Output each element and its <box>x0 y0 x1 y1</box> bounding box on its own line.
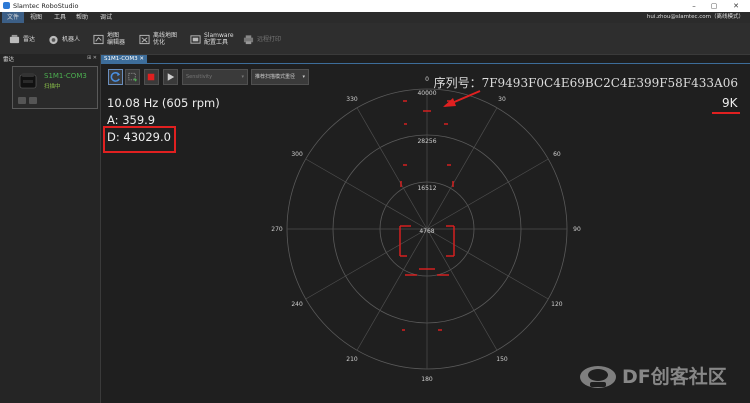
title-bar: Slamtec RoboStudio – ▢ ✕ <box>0 0 750 12</box>
toolbar-offline-map-button[interactable]: 离线地图 优化 <box>139 28 177 50</box>
ring-label: 28256 <box>417 138 436 145</box>
ring-label: 4768 <box>419 228 434 235</box>
watermark-text: DF创客社区 <box>622 365 727 388</box>
angle-label: 180 <box>421 376 433 383</box>
angle-readout: A: 359.9 <box>107 113 156 127</box>
polar-spoke <box>426 107 498 230</box>
user-account[interactable]: hui.zhou@slamtec.com（离线模式） <box>647 12 744 23</box>
frequency-readout: 10.08 Hz (605 rpm) <box>107 96 220 110</box>
select-region-icon <box>128 72 138 82</box>
polar-spoke <box>356 228 428 351</box>
refresh-button[interactable] <box>108 69 123 85</box>
menu-view[interactable]: 视图 <box>25 12 47 23</box>
toolbar-label: 机器人 <box>62 35 81 43</box>
device-action-button[interactable] <box>18 97 26 104</box>
menu-file[interactable]: 文件 <box>2 12 25 23</box>
panel-title: 雷达 <box>3 57 15 63</box>
device-action-button[interactable] <box>29 97 37 104</box>
close-window-button[interactable]: ✕ <box>726 0 746 12</box>
radar-icon <box>9 34 20 43</box>
angle-label: 210 <box>346 356 358 363</box>
distance-highlight-box <box>103 126 176 153</box>
polar-spoke <box>356 107 428 230</box>
angle-label: 150 <box>496 356 508 363</box>
angle-label: 60 <box>553 151 561 158</box>
mode-dropdown[interactable]: Sensitivity ▾ <box>182 69 248 85</box>
toolbar-robot-button[interactable]: 机器人 <box>48 28 80 50</box>
menu-debug[interactable]: 调试 <box>95 12 117 23</box>
polar-spoke <box>426 158 549 230</box>
offline-map-icon <box>139 34 150 44</box>
printer-icon <box>243 34 254 44</box>
watermark: DF创客社区 <box>578 360 727 390</box>
polar-spoke <box>305 158 428 230</box>
toolbar-slamware-config-button[interactable]: Slamware 配置工具 <box>190 28 234 50</box>
df-logo-icon <box>580 366 616 388</box>
menu-tools[interactable]: 工具 <box>49 12 71 23</box>
stop-button[interactable] <box>144 69 159 85</box>
ring-label: 40000 <box>417 90 436 97</box>
menu-help[interactable]: 帮助 <box>71 12 93 23</box>
polar-labels: 0 30 60 90 120 150 180 210 240 270 300 330 4768 16512… <box>271 76 581 383</box>
chevron-down-icon: ▾ <box>302 74 305 80</box>
device-panel: 雷达 ⊞ ✕ S1M1-COM3 扫描中 <box>0 54 101 403</box>
range-label: 9K <box>722 96 738 110</box>
tab-s1m1-com3[interactable]: S1M1-COM3 ✕ <box>101 55 147 63</box>
toolbar-label: Slamware 配置工具 <box>204 32 234 46</box>
toolbar-label: 地图 编辑器 <box>107 32 126 46</box>
device-card[interactable]: S1M1-COM3 扫描中 <box>12 66 98 109</box>
panel-controls[interactable]: ⊞ ✕ <box>87 55 97 61</box>
map-editor-icon <box>93 34 104 44</box>
toolbar-label: 远程打印 <box>257 35 282 43</box>
window-title: Slamtec RoboStudio <box>13 2 79 10</box>
scan-mode-value: 推荐扫描模式重径 <box>255 74 296 80</box>
app-icon <box>3 2 10 9</box>
chevron-down-icon: ▾ <box>241 74 244 80</box>
play-button[interactable] <box>163 69 178 85</box>
toolbar: 雷达 机器人 地图 编辑器 离线地图 优化 Slamware 配置工具 远程打印 <box>0 23 750 55</box>
angle-label: 0 <box>425 76 429 83</box>
refresh-icon <box>110 71 121 82</box>
scan-view: 0 30 60 90 120 150 180 210 240 270 300 330 4768 16512… <box>101 64 750 403</box>
play-icon <box>167 73 175 81</box>
serial-number: 序列号：7F9493F0C4E69BC2C4E399F58F433A06 <box>433 76 738 90</box>
angle-label: 300 <box>291 151 303 158</box>
toolbar-label: 离线地图 优化 <box>153 32 178 46</box>
ring-label: 16512 <box>417 185 436 192</box>
angle-label: 330 <box>346 96 358 103</box>
angle-label: 120 <box>551 301 563 308</box>
angle-label: 270 <box>271 226 283 233</box>
select-region-button[interactable] <box>125 69 140 85</box>
pointer-arrow-head <box>443 98 456 107</box>
toolbar-label: 雷达 <box>23 35 36 43</box>
scan-mode-dropdown[interactable]: 推荐扫描模式重径 ▾ <box>251 69 309 85</box>
maximize-button[interactable]: ▢ <box>704 0 724 12</box>
mode-dropdown-value: Sensitivity <box>186 74 213 80</box>
toolbar-map-editor-button[interactable]: 地图 编辑器 <box>93 28 125 50</box>
angle-label: 30 <box>498 96 506 103</box>
polar-spoke <box>426 228 549 300</box>
lidar-device-icon <box>19 73 37 89</box>
device-name: S1M1-COM3 <box>44 72 87 80</box>
angle-label: 240 <box>291 301 303 308</box>
angle-label: 90 <box>573 226 581 233</box>
menu-bar: 文件 视图 工具 帮助 调试 hui.zhou@slamtec.com（离线模式… <box>0 12 750 23</box>
slamware-config-icon <box>190 34 201 44</box>
toolbar-print-button[interactable]: 远程打印 <box>243 28 281 50</box>
polar-plot: 0 30 60 90 120 150 180 210 240 270 300 330 4768 16512… <box>271 76 581 383</box>
range-underline <box>712 112 740 114</box>
stop-icon <box>147 73 155 81</box>
polar-spoke <box>426 228 498 351</box>
device-status: 扫描中 <box>44 84 61 90</box>
robot-icon <box>49 35 58 44</box>
polar-spoke <box>305 228 428 300</box>
toolbar-radar-button[interactable]: 雷达 <box>9 28 35 50</box>
minimize-button[interactable]: – <box>684 0 704 12</box>
